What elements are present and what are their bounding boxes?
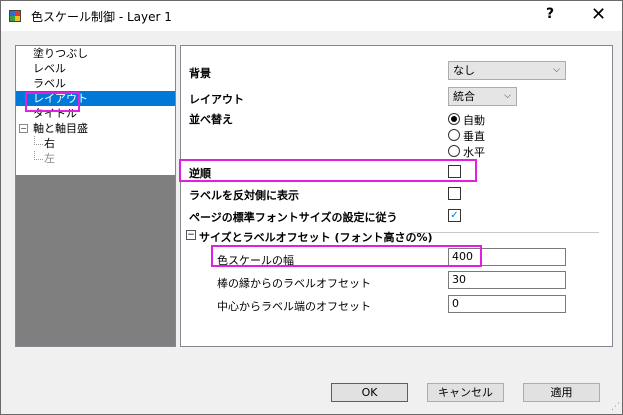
title-bar: 色スケール制御 - Layer 1 ? ✕ [1,1,622,31]
page-font-label: ページの標準フォントサイズの設定に従う [189,211,398,224]
resize-grip-icon[interactable]: ⋰ [611,402,620,412]
tree-connector [34,151,43,160]
tree-item-label: 塗りつぶし [33,47,89,60]
collapse-icon[interactable]: − [19,124,28,133]
highlight-scale-width-row [211,245,482,267]
tree-item[interactable]: ラベル [16,76,175,91]
tree-item[interactable]: − 軸と軸目盛 [16,121,175,136]
radio-auto-label: 自動 [463,114,485,127]
tree-item[interactable]: 塗りつぶし [16,46,175,61]
layout-select[interactable]: 統合 ⌵ [448,87,517,106]
layout-value: 統合 [453,90,475,103]
category-tree[interactable]: 塗りつぶし レベル ラベル レイアウト タイトル − 軸と軸目盛右左 [15,45,176,347]
close-button[interactable]: ✕ [591,4,606,25]
highlight-layout-item [25,92,80,112]
apply-button[interactable]: 適用 [523,383,600,402]
cancel-button[interactable]: キャンセル [427,383,504,402]
layout-label: レイアウト [189,93,244,106]
check-icon: ✓ [450,210,459,221]
background-label: 背景 [189,67,211,80]
label-opposite-label: ラベルを反対側に表示 [189,189,299,202]
radio-icon [448,113,460,125]
tree-item-label: ラベル [33,77,66,90]
dialog-window: 色スケール制御 - Layer 1 ? ✕ 塗りつぶし レベル ラベル レイアウト タイ… [0,0,623,415]
center-offset-input[interactable]: 0 [448,295,566,313]
background-select[interactable]: なし ⌵ [448,61,566,80]
tree-item-label: 軸と軸目盛 [33,122,88,135]
background-value: なし [453,64,475,77]
bar-edge-offset-label: 棒の縁からのラベルオフセット [217,277,371,290]
tree-item[interactable]: 右 [16,136,175,151]
label-opposite-checkbox[interactable] [448,187,461,200]
tree-item-label: レベル [33,62,66,75]
center-offset-label: 中心からラベル端のオフセット [217,300,371,313]
tree-item[interactable]: レベル [16,61,175,76]
tree-connector [34,136,43,145]
page-font-checkbox[interactable]: ✓ [448,209,461,222]
collapse-icon[interactable]: − [186,230,196,240]
chevron-down-icon: ⌵ [553,65,560,75]
settings-panel: 背景 なし ⌵ レイアウト 統合 ⌵ 並べ替え 自動 垂直 水平 逆順 ラベルを… [180,45,613,347]
ok-button[interactable]: OK [331,383,408,402]
section-divider [411,232,599,233]
highlight-reverse-row [179,159,477,182]
radio-icon [448,145,460,157]
tree-item-label: 左 [44,152,55,165]
radio-horizontal[interactable]: 水平 [448,144,485,159]
tree-item-label: 右 [44,137,55,150]
radio-horizontal-label: 水平 [463,146,485,159]
bar-edge-offset-input[interactable]: 30 [448,271,566,289]
tree-item[interactable]: 左 [16,151,175,166]
radio-vertical[interactable]: 垂直 [448,128,485,143]
radio-icon [448,129,460,141]
radio-auto[interactable]: 自動 [448,112,485,127]
app-icon [9,10,21,22]
help-button[interactable]: ? [546,6,554,22]
radio-vertical-label: 垂直 [463,130,485,143]
window-title: 色スケール制御 - Layer 1 [31,10,172,24]
size-section-title: サイズとラベルオフセット (フォント高さの%) [199,231,433,244]
order-label: 並べ替え [189,113,233,126]
chevron-down-icon: ⌵ [504,91,511,101]
